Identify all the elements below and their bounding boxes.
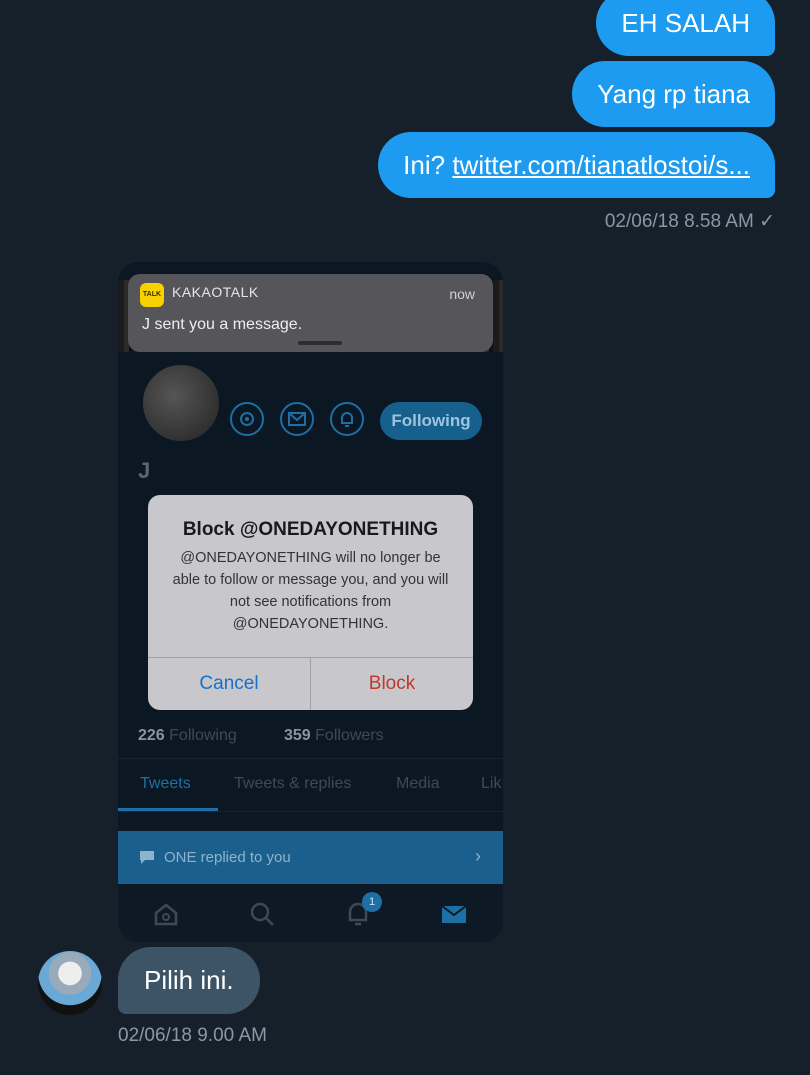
notification-time: now [449, 286, 475, 302]
profile-name: J [138, 458, 151, 483]
block-button: Block [368, 673, 416, 694]
message-bubble-out[interactable]: Ini? twitter.com/tianatlostoi/s... [378, 132, 775, 198]
cancel-button: Cancel [199, 673, 259, 694]
followers-stat: 359 Followers [284, 727, 384, 745]
reply-notification-bar: ONE replied to you › [118, 831, 503, 884]
dialog-title: Block @ONEDAYONETHING [182, 519, 439, 540]
reply-bar-text: ONE replied to you [164, 849, 291, 866]
followers-count: 359 [284, 727, 311, 744]
notification-banner: TALK KAKAOTALK now J sent you a message. [128, 274, 493, 352]
timestamp-in: 02/06/18 9.00 AM [118, 1025, 267, 1046]
bell-plus-icon [330, 402, 364, 436]
bottom-nav [118, 884, 503, 942]
profile-tabs: Tweets Tweets & replies Media Lik [118, 758, 503, 812]
message-text: EH SALAH [621, 8, 750, 38]
message-bubble-out[interactable]: Yang rp tiana [572, 61, 775, 127]
mail-icon [280, 402, 314, 436]
home-icon [154, 903, 178, 926]
tab-tweets-replies: Tweets & replies [234, 775, 352, 792]
tab-tweets: Tweets [140, 775, 191, 792]
block-dialog: Block @ONEDAYONETHING @ONEDAYONETHING wi… [148, 495, 473, 710]
profile-avatar [140, 362, 222, 444]
notification-badge: 1 [362, 892, 382, 912]
timestamp: 02/06/18 8.58 AM [604, 211, 754, 232]
following-label: Following [169, 727, 237, 744]
notification-app: KAKAOTALK [172, 284, 259, 300]
following-button: Following [380, 402, 482, 440]
tab-media: Media [396, 775, 440, 792]
dialog-body: @ONEDAYONETHING will no longer be able t… [172, 550, 449, 632]
active-tab-indicator [118, 808, 218, 811]
message-link[interactable]: twitter.com/tianatlostoi/s... [452, 150, 750, 180]
tab-likes: Lik [481, 775, 502, 792]
message-bubble-in[interactable]: Pilih ini. [118, 947, 260, 1014]
following-count: 226 [138, 727, 165, 744]
kakaotalk-icon: TALK [140, 283, 164, 307]
chevron-right-icon: › [475, 846, 481, 866]
notification-message: J sent you a message. [142, 316, 303, 333]
read-check-icon: ✓ [759, 211, 775, 232]
timestamp-out: 02/06/18 8.58 AM ✓ [605, 210, 775, 233]
message-text: Yang rp tiana [597, 79, 750, 109]
search-icon [250, 902, 274, 926]
message-text: Pilih ini. [144, 965, 234, 995]
message-bubble-out[interactable]: EH SALAH [596, 0, 775, 56]
message-text: Ini? [403, 150, 453, 180]
mail-icon [441, 905, 467, 923]
speech-bubble-icon [140, 851, 154, 864]
gear-icon [230, 402, 264, 436]
following-stat: 226 Following [138, 727, 237, 745]
avatar[interactable] [38, 951, 102, 1015]
drag-handle [298, 341, 342, 345]
image-attachment[interactable]: TALK KAKAOTALK now J sent you a message.… [118, 262, 503, 942]
followers-label: Followers [315, 727, 384, 744]
